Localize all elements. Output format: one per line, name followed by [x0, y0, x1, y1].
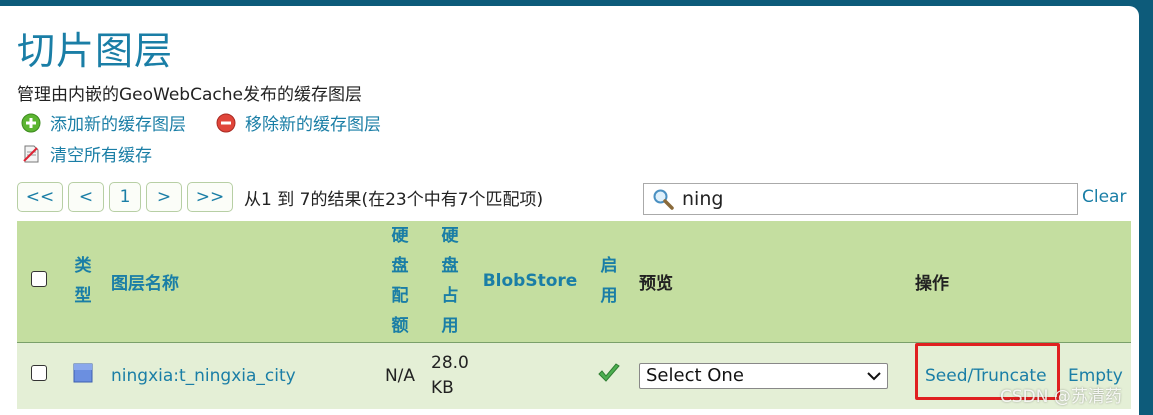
select-all-checkbox[interactable]: [31, 270, 47, 287]
minus-circle-icon: [216, 113, 236, 133]
row-type-cell: [61, 341, 105, 409]
raster-layer-icon: [72, 363, 94, 389]
cache-document-icon: [21, 144, 41, 164]
remove-cached-layer-link[interactable]: 移除新的缓存图层: [216, 110, 381, 135]
magnifier-icon: [652, 188, 674, 210]
row-blobstore-cell: [475, 341, 585, 409]
row-used-cell: 28.0 KB: [425, 341, 475, 409]
watermark: CSDN @苏清药: [1000, 387, 1122, 407]
plus-circle-icon: [21, 113, 41, 133]
tile-layers-table: 类型 图层名称 硬盘配额 硬盘占用 BlobStore 启用 预览 操作 nin…: [17, 221, 1131, 409]
header-operations: 操作: [905, 221, 1131, 342]
row-quota-cell: N/A: [375, 341, 425, 409]
pager: << < 1 > >> 从1 到 7的结果(在23个中有7个匹配项): [17, 182, 543, 212]
table-header-row: 类型 图层名称 硬盘配额 硬盘占用 BlobStore 启用 预览 操作: [17, 221, 1131, 342]
row-preview-cell: Select One: [633, 341, 905, 409]
search-input[interactable]: [682, 188, 1062, 210]
page-title: 切片图层: [17, 29, 174, 73]
disk-used-value: 28.0 KB: [431, 352, 469, 398]
check-icon: [597, 363, 621, 388]
table-row: ningxia:t_ningxia_city N/A 28.0 KB Selec…: [17, 341, 1131, 409]
preview-select[interactable]: Select One: [639, 362, 888, 389]
remove-cached-layer-label: 移除新的缓存图层: [245, 115, 381, 135]
clear-all-cache-label: 清空所有缓存: [50, 146, 152, 166]
pager-last-button[interactable]: >>: [187, 182, 233, 212]
row-select-cell: [17, 341, 61, 409]
row-name-cell: ningxia:t_ningxia_city: [105, 341, 375, 409]
page-description: 管理由内嵌的GeoWebCache发布的缓存图层: [17, 85, 362, 105]
add-cached-layer-link[interactable]: 添加新的缓存图层: [21, 110, 186, 135]
clear-all-cache-link[interactable]: 清空所有缓存: [21, 141, 152, 166]
add-cached-layer-label: 添加新的缓存图层: [50, 115, 186, 135]
search-clear-link[interactable]: Clear: [1082, 187, 1126, 207]
header-enabled[interactable]: 启用: [585, 221, 633, 342]
preview-select-value: Select One: [646, 365, 744, 387]
layer-name-link[interactable]: ningxia:t_ningxia_city: [111, 366, 296, 386]
pager-next-button[interactable]: >: [146, 182, 182, 212]
chevron-down-icon: [867, 365, 881, 386]
header-type[interactable]: 类型: [61, 221, 105, 342]
row-checkbox[interactable]: [31, 365, 47, 382]
header-disk-used[interactable]: 硬盘占用: [425, 221, 475, 342]
pager-prev-button[interactable]: <: [68, 182, 104, 212]
pager-first-button[interactable]: <<: [17, 182, 63, 212]
pager-page-button[interactable]: 1: [109, 182, 141, 212]
header-blobstore[interactable]: BlobStore: [475, 221, 585, 342]
header-preview: 预览: [633, 221, 905, 342]
header-disk-quota[interactable]: 硬盘配额: [375, 221, 425, 342]
header-select-all: [17, 221, 61, 342]
pager-info: 从1 到 7的结果(在23个中有7个匹配项): [244, 189, 544, 210]
search-box: [643, 183, 1078, 215]
row-enabled-cell: [585, 341, 633, 409]
header-layer-name[interactable]: 图层名称: [105, 221, 375, 342]
